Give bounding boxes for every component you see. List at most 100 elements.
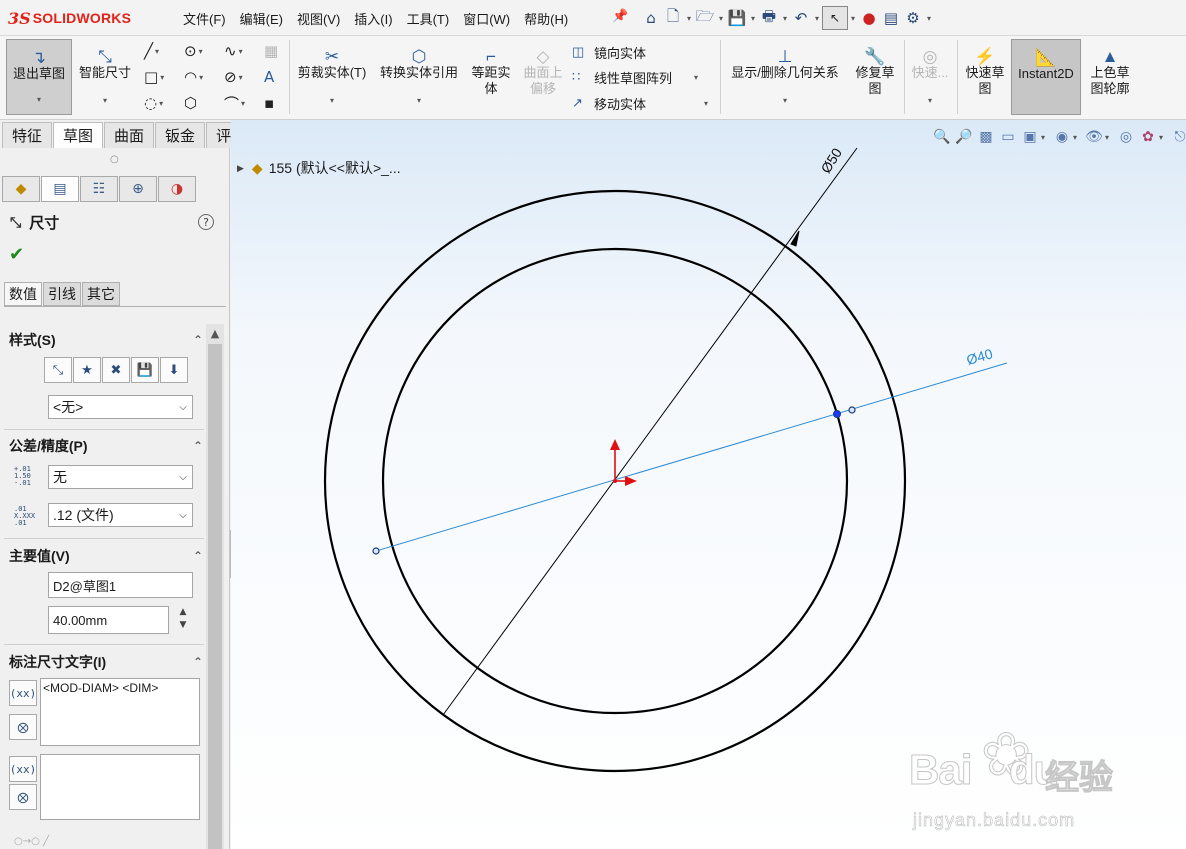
text-tool-icon[interactable]: A [264,66,290,88]
linear-pattern-button[interactable]: ∷ 线性草图阵列 ▾ [572,67,698,87]
zoom-to-fit-icon[interactable]: 🔍 [931,126,953,148]
inspection-dimension-icon[interactable]: (xx) [9,756,37,782]
options-dropdown-icon[interactable]: ▾ [924,14,934,23]
dimension-text-group-header[interactable]: 标注尺寸文字(I) ⌃ [9,652,203,672]
open-dropdown-icon[interactable]: ▾ [716,14,726,23]
delete-style-icon[interactable]: ✖ [102,357,130,383]
menu-tools[interactable]: 工具(T) [400,9,457,28]
save-dropdown-icon[interactable]: ▾ [748,14,758,23]
selected-point[interactable] [833,410,841,418]
ok-checkmark-icon[interactable]: ✔ [9,244,24,265]
home-icon[interactable]: ⌂ [640,7,662,29]
subtab-leaders[interactable]: 引线 [43,282,81,306]
outer-diameter-dimension-line[interactable] [442,147,858,716]
menu-view[interactable]: 视图(V) [290,9,347,28]
feature-tree-flyout[interactable]: ▶ ◆ 155 (默认<<默认>_... [237,158,401,178]
point-tool-icon[interactable]: ▪ [264,92,290,114]
origin-point[interactable] [613,479,617,483]
collapse-chevron-icon[interactable]: ⌃ [193,333,203,347]
dimension-handle-left[interactable] [372,547,380,555]
scroll-up-icon[interactable]: ▲ [206,324,224,342]
display-style-icon[interactable]: ◉ [1051,126,1073,148]
menu-edit[interactable]: 编辑(E) [233,9,290,28]
dimxpert-manager-tab-icon[interactable]: ⊕ [119,176,157,202]
spin-down-icon[interactable]: ▼ [180,620,187,630]
collapse-chevron-icon[interactable]: ⌃ [193,655,203,669]
center-dimension-icon[interactable]: ⨂ [9,714,37,740]
precision-select[interactable]: .12 (文件) ⌵ [48,503,193,527]
apply-default-style-icon[interactable]: ⤡ [44,357,72,383]
ellipse-tool-icon[interactable]: ⊘ ▾ [224,66,250,88]
property-manager-tab-icon[interactable]: ▤ [41,176,79,202]
file-properties-icon[interactable]: ▤ [880,7,902,29]
menu-help[interactable]: 帮助(H) [517,9,575,28]
view-orientation-dropdown-icon[interactable]: ▾ [1041,133,1051,142]
open-folder-icon[interactable]: 🗁 [694,7,716,29]
load-style-icon[interactable]: ⬇ [160,357,188,383]
rapid-sketch-button[interactable]: ⚡ 快速草 图 [960,39,1010,115]
pm-scrollbar[interactable]: ▲ [206,324,224,849]
tolerance-type-select[interactable]: 无 ⌵ [48,465,193,489]
scroll-thumb[interactable] [208,344,222,849]
menu-window[interactable]: 窗口(W) [456,9,517,28]
instant2d-button[interactable]: 📐 Instant2D [1011,39,1081,115]
display-manager-tab-icon[interactable]: ◑ [158,176,196,202]
mirror-entities-button[interactable]: ◫ 镜向实体 [572,42,646,62]
dimension-text-upper-area[interactable]: <MOD-DIAM> <DIM> [40,678,200,746]
tab-sheet-metal[interactable]: 钣金 [155,122,206,148]
trim-entities-button[interactable]: ✂ 剪裁实体(T) ▾ [292,39,372,115]
new-dropdown-icon[interactable]: ▾ [684,14,694,23]
grid-tool-icon[interactable]: ▦ [264,40,290,62]
circle-tool-icon[interactable]: ⊙ ▾ [184,40,210,62]
dimension-value-field[interactable]: 40.00mm [48,606,169,634]
smart-dimension-button[interactable]: ⤡ 智能尺寸 ▾ [74,39,136,115]
tab-features[interactable]: 特征 [2,122,53,148]
repair-sketch-button[interactable]: 🔧 修复草 图 [850,39,900,115]
style-select[interactable]: <无> ⌵ [48,395,193,419]
linear-pattern-dropdown-icon[interactable]: ▾ [694,73,698,82]
tolerance-group-header[interactable]: 公差/精度(P) ⌃ [9,436,203,456]
apply-scene-dropdown-icon[interactable]: ▾ [1159,133,1169,142]
spin-up-icon[interactable]: ▲ [180,607,187,617]
undo-icon[interactable]: ↶ [790,7,812,29]
hide-show-items-icon[interactable]: 👁 [1083,126,1105,148]
subtab-other[interactable]: 其它 [82,282,120,306]
expand-arrow-icon[interactable]: ▶ [237,163,244,174]
menu-file[interactable]: 文件(F) [176,9,233,28]
view-orientation-icon[interactable]: ▣ [1019,126,1041,148]
text-justify-icons[interactable]: ○→○ ╱ [14,836,49,847]
dimension-name-field[interactable]: D2@草图1 [48,572,193,598]
dimension-handle-right[interactable] [848,406,856,414]
quick-snaps-button[interactable]: ◎ 快速... ▾ [906,39,954,115]
shaded-contours-button[interactable]: ▲ 上色草 图轮廓 [1084,39,1136,115]
slot-tool-icon[interactable]: ◌ ▾ [144,92,170,114]
select-cursor-icon[interactable]: ↖ [822,6,848,30]
save-icon[interactable]: 💾 [726,7,748,29]
add-style-icon[interactable]: ★ [73,357,101,383]
previous-view-icon[interactable]: ▩ [975,126,997,148]
display-style-dropdown-icon[interactable]: ▾ [1073,133,1083,142]
view-settings-icon[interactable]: ⎋ [1169,126,1186,148]
edit-appearance-icon[interactable]: ◎ [1115,126,1137,148]
subtab-value[interactable]: 数值 [4,282,42,306]
offset-entities-button[interactable]: ⌐ 等距实 体 [466,39,516,115]
solidworks-logo[interactable]: 3S SOLIDWORKS [8,6,131,30]
rebuild-traffic-light-icon[interactable]: ● [858,7,880,29]
apply-scene-icon[interactable]: ✿ [1137,126,1159,148]
move-entities-button[interactable]: ↗ 移动实体 ▾ [572,93,708,113]
feature-manager-tab-icon[interactable]: ◆ [2,176,40,202]
tab-surfaces[interactable]: 曲面 [104,122,155,148]
smart-dimension-dropdown-icon[interactable]: ▾ [103,93,107,109]
exit-sketch-button[interactable]: ↴ 退出草图 ▾ [6,39,72,115]
polygon-tool-icon[interactable]: ⬡ [184,92,210,114]
trim-dropdown-icon[interactable]: ▾ [330,93,334,109]
rectangle-tool-icon[interactable]: □ ▾ [144,66,170,88]
dimension-text-lower-area[interactable] [40,754,200,820]
convert-dropdown-icon[interactable]: ▾ [417,93,421,109]
undo-dropdown-icon[interactable]: ▾ [812,14,822,23]
relations-dropdown-icon[interactable]: ▾ [783,93,787,109]
help-icon[interactable]: ? [198,214,214,230]
display-relations-button[interactable]: ⊥ 显示/删除几何关系 ▾ [724,39,846,115]
options-gear-icon[interactable]: ⚙ [902,7,924,29]
exit-sketch-dropdown-icon[interactable]: ▾ [37,92,41,108]
